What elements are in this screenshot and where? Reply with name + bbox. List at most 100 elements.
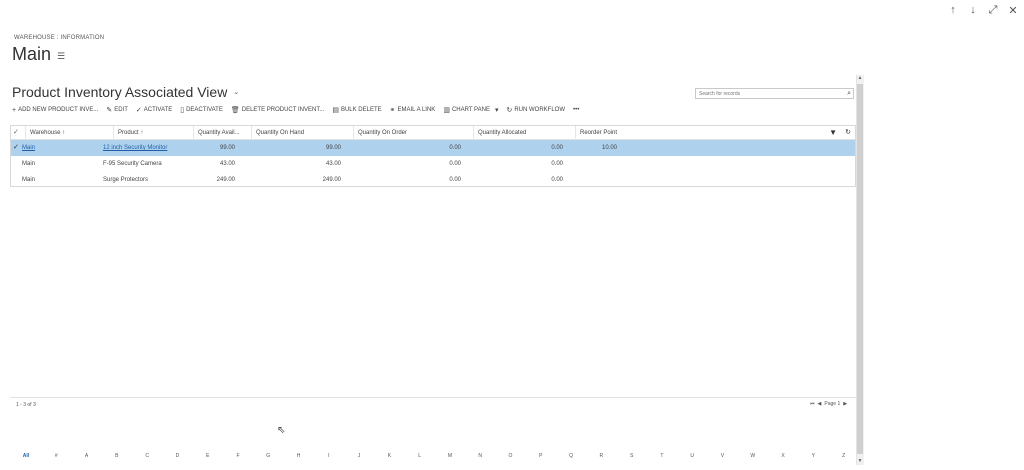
check-icon: ✓ <box>135 107 142 114</box>
column-header[interactable]: Reorder Point <box>575 126 631 140</box>
column-header[interactable]: Quantity Allocated <box>473 126 575 140</box>
email-a-link-button[interactable]: ⚭ EMAIL A LINK <box>390 106 436 114</box>
search-icon[interactable]: ⌕ <box>847 90 851 98</box>
filter-icon[interactable]: ▼ <box>829 126 837 140</box>
alphabet-filter-item[interactable]: R <box>595 453 607 459</box>
scroll-up-icon[interactable]: ▲ <box>856 75 864 81</box>
alphabet-filter-item[interactable]: H <box>293 453 305 459</box>
breadcrumb: WAREHOUSE : INFORMATION <box>14 35 105 41</box>
plus-icon: + <box>12 106 17 114</box>
chevron-down-icon[interactable]: ⌄ <box>233 88 239 96</box>
table-row[interactable]: ✓ Main 12 inch Security Monitor 99.00 99.00 0… <box>11 140 855 156</box>
alphabet-filter-item[interactable]: C <box>141 453 153 459</box>
record-title: Main ☰ <box>12 44 65 65</box>
table-row[interactable]: Main Surge Protectors 249.00 249.00 0.00 0.00 <box>11 172 855 188</box>
cell-on-order: 0.00 <box>449 161 461 167</box>
row-check-icon[interactable]: ✓ <box>13 140 19 156</box>
arrow-up-icon[interactable]: ↑ <box>948 4 958 17</box>
alphabet-filter-item[interactable]: T <box>656 453 668 459</box>
add-new-product-inventory-button[interactable]: + ADD NEW PRODUCT INVE... <box>12 107 98 114</box>
first-page-icon[interactable]: ⏮ <box>810 401 815 407</box>
cell-product[interactable]: 12 inch Security Monitor <box>103 140 193 156</box>
activate-button[interactable]: ✓ ACTIVATE <box>136 106 172 114</box>
view-selector[interactable]: Product Inventory Associated View ⌄ <box>12 84 239 100</box>
arrow-down-icon[interactable]: ↓ <box>968 4 978 17</box>
cell-warehouse[interactable]: Main <box>22 140 102 156</box>
close-icon[interactable]: ✕ <box>1008 4 1018 17</box>
alphabet-filter-item[interactable]: # <box>50 453 62 459</box>
alphabet-filter-item[interactable]: K <box>383 453 395 459</box>
command-label: RUN WORKFLOW <box>514 107 566 113</box>
cell-available: 249.00 <box>216 177 235 183</box>
alphabet-filter-item[interactable]: N <box>474 453 486 459</box>
column-header[interactable]: Product ↑ <box>113 126 193 140</box>
alphabet-filter-item[interactable]: A <box>81 453 93 459</box>
cell-on-hand: 99.00 <box>325 145 341 151</box>
scroll-down-icon[interactable]: ▼ <box>856 458 864 464</box>
search-box: ⌕ <box>695 88 854 99</box>
column-header[interactable]: Quantity On Order <box>353 126 473 140</box>
alphabet-filter-item[interactable]: U <box>686 453 698 459</box>
deactivate-button[interactable]: ▯ DEACTIVATE <box>180 106 223 114</box>
command-label: DELETE PRODUCT INVENT... <box>241 107 325 113</box>
next-page-icon[interactable]: ▶ <box>843 401 847 407</box>
column-header[interactable]: Quantity Avail... <box>193 126 251 140</box>
select-all-check-icon[interactable]: ✓ <box>13 126 19 140</box>
alphabet-filter-item[interactable]: Y <box>807 453 819 459</box>
alphabet-filter-item[interactable]: G <box>262 453 274 459</box>
chevron-down-icon[interactable]: ▾ <box>495 106 499 114</box>
alphabet-filter-item[interactable]: D <box>171 453 183 459</box>
command-label: DEACTIVATE <box>186 107 223 113</box>
trash-icon: 🗑 <box>230 107 240 114</box>
alphabet-filter-item[interactable]: I <box>323 453 335 459</box>
chart-icon: ▥ <box>443 107 450 114</box>
alphabet-filter-item[interactable]: V <box>716 453 728 459</box>
alphabet-filter-item[interactable]: J <box>353 453 365 459</box>
cell-reorder <box>575 172 617 188</box>
command-label: EMAIL A LINK <box>397 107 436 113</box>
alphabet-filter-item[interactable]: B <box>111 453 123 459</box>
table-row[interactable]: Main F-95 Security Camera 43.00 43.00 0.00 0.… <box>11 156 855 172</box>
alphabet-filter-item[interactable]: W <box>747 453 759 459</box>
delete-product-inventory-button[interactable]: 🗑 DELETE PRODUCT INVENT... <box>231 106 324 114</box>
alphabet-filter-item[interactable]: M <box>444 453 456 459</box>
previous-page-icon[interactable]: ◀ <box>818 401 822 407</box>
alphabet-filter-item[interactable]: O <box>505 453 517 459</box>
alphabet-filter-item[interactable]: E <box>202 453 214 459</box>
alphabet-filter-item[interactable]: P <box>535 453 547 459</box>
column-header[interactable]: Quantity On Hand <box>251 126 353 140</box>
run-workflow-button[interactable]: ↻ RUN WORKFLOW <box>506 106 565 114</box>
cell-on-order: 0.00 <box>449 177 461 183</box>
alphabet-filter-item[interactable]: X <box>777 453 789 459</box>
cell-available: 99.00 <box>219 145 235 151</box>
more-commands-button[interactable]: ••• <box>573 107 579 113</box>
alphabet-filter-item[interactable]: Z <box>838 453 850 459</box>
command-label: ADD NEW PRODUCT INVE... <box>18 107 99 113</box>
hamburger-menu-icon[interactable]: ☰ <box>57 51 65 62</box>
cell-on-order: 0.00 <box>449 145 461 151</box>
search-input[interactable] <box>699 90 839 97</box>
chart-pane-button[interactable]: ▥ CHART PANE ▾ <box>443 106 498 114</box>
column-header[interactable]: Warehouse ↑ <box>25 126 113 140</box>
alphabet-filter-item[interactable]: F <box>232 453 244 459</box>
inventory-grid: ✓ ▼ ↻ Warehouse ↑ Product ↑ Quantity Avail… <box>10 125 856 187</box>
refresh-icon[interactable]: ↻ <box>845 126 851 140</box>
command-label: ••• <box>573 107 580 113</box>
cell-allocated: 0.00 <box>551 145 563 151</box>
alphabet-filter-item[interactable]: L <box>414 453 426 459</box>
bulk-delete-icon: ▤ <box>332 107 339 114</box>
pencil-icon: ✎ <box>106 107 113 114</box>
scrollbar-thumb[interactable] <box>857 84 863 454</box>
alphabet-filter-item[interactable]: All <box>20 453 32 459</box>
expand-icon[interactable]: ⤢ <box>988 4 998 17</box>
command-label: CHART PANE <box>451 107 490 113</box>
alphabet-filter-item[interactable]: Q <box>565 453 577 459</box>
edit-button[interactable]: ✎ EDIT <box>106 106 128 114</box>
footer-divider <box>10 397 856 398</box>
command-label: ACTIVATE <box>143 107 173 113</box>
alphabet-filter-item[interactable]: S <box>626 453 638 459</box>
grid-header: ✓ ▼ ↻ Warehouse ↑ Product ↑ Quantity Avail… <box>11 126 855 140</box>
cell-product: F-95 Security Camera <box>103 161 162 167</box>
bulk-delete-button[interactable]: ▤ BULK DELETE <box>332 106 381 114</box>
command-label: BULK DELETE <box>340 107 382 113</box>
